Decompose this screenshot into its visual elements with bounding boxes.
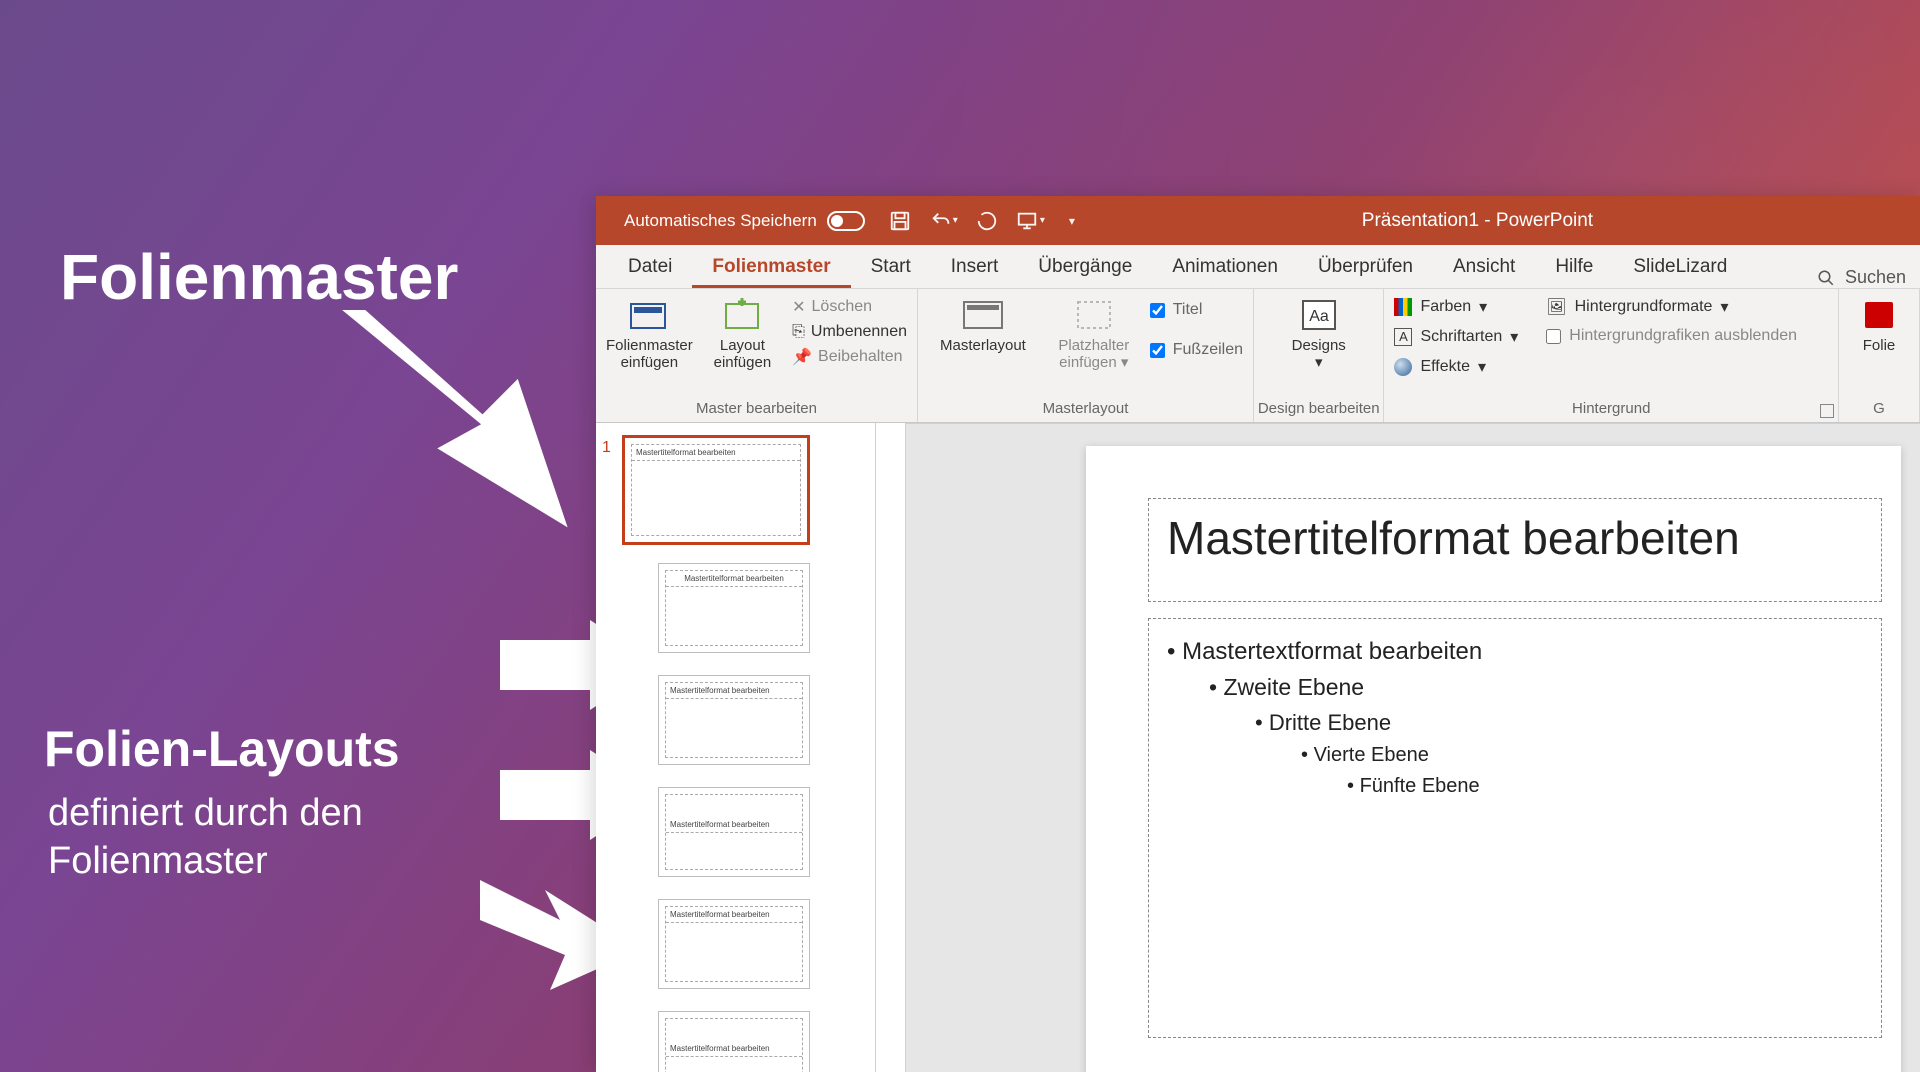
search-label: Suchen [1845,267,1906,288]
tab-folienmaster[interactable]: Folienmaster [692,246,850,288]
body-level-5: Fünfte Ebene [1167,771,1863,802]
svg-text:Aa: Aa [1309,308,1329,325]
toggle-icon [827,211,865,231]
master-slide[interactable]: Mastertitelformat bearbeiten Mastertextf… [1086,446,1901,1072]
chevron-down-icon: ▾ [1720,297,1728,317]
effects-icon [1394,358,1412,376]
close-master-button[interactable]: Folie [1849,295,1909,354]
layout-thumbnail-4[interactable]: Mastertitelformat bearbeiten [658,899,810,989]
autosave-label: Automatisches Speichern [624,211,817,231]
tab-uebergaenge[interactable]: Übergänge [1018,246,1152,288]
tab-animationen[interactable]: Animationen [1152,246,1298,288]
slide-canvas[interactable]: Mastertitelformat bearbeiten Mastertextf… [906,424,1920,1072]
chevron-down-icon: ▾ [1121,354,1129,371]
pin-icon: 📌 [792,347,812,367]
arrow-master-icon [300,310,620,550]
bg-formats-dropdown[interactable]: 🖼Hintergrundformate▾ [1546,297,1797,317]
checkbox-hide-bg[interactable]: Hintergrundgrafiken ausblenden [1546,327,1797,345]
checkbox-footers[interactable]: Fußzeilen [1150,341,1243,359]
body-level-4: Vierte Ebene [1167,740,1863,771]
placeholder-icon [1072,295,1116,335]
fonts-icon: A [1394,328,1412,346]
insert-master-button[interactable]: Folienmaster einfügen [606,295,693,372]
checkbox-title[interactable]: Titel [1150,301,1243,319]
insert-master-icon [627,295,671,335]
document-title: Präsentation1 - PowerPoint [1075,210,1920,232]
group-label-master-edit: Master bearbeiten [596,398,917,422]
tab-datei[interactable]: Datei [608,246,692,288]
rename-icon: ⎘ [792,323,805,341]
autosave-toggle[interactable]: Automatisches Speichern [624,211,871,231]
body-level-2: Zweite Ebene [1167,670,1863,706]
delete-button[interactable]: ✕Löschen [792,297,907,317]
title-bar: Automatisches Speichern ▾ ▾ ▾ Präsentati… [596,196,1920,245]
ribbon-group-master-edit: Folienmaster einfügen Layout einfügen ✕L… [596,289,918,422]
chevron-down-icon: ▾ [1478,357,1486,377]
search-icon [1817,269,1835,287]
redo-icon[interactable] [976,210,998,232]
close-icon [1857,295,1901,335]
ribbon-group-background: Farben▾ ASchriftarten▾ Effekte▾ 🖼Hinterg… [1384,289,1839,422]
tab-ansicht[interactable]: Ansicht [1433,246,1535,288]
layout-thumbnail-3[interactable]: Mastertitelformat bearbeiten [658,787,810,877]
vertical-ruler [876,423,906,1072]
annotation-layouts-sub: definiert durch den Folienmaster [48,790,363,885]
qat-more-icon[interactable]: ▾ [1063,214,1075,228]
group-label-design-edit: Design bearbeiten [1254,398,1383,422]
rename-button[interactable]: ⎘Umbenennen [792,323,907,341]
insert-placeholder-button[interactable]: Platzhalter einfügen ▾ [1046,295,1142,372]
colors-icon [1394,298,1412,316]
bg-formats-icon: 🖼 [1546,297,1566,317]
slide-thumbnails-panel[interactable]: 1 Mastertitelformat bearbeiten Mastertit… [596,423,876,1072]
ribbon-group-master-layout: Masterlayout Platzhalter einfügen ▾ Tite… [918,289,1254,422]
body-level-3: Dritte Ebene [1167,706,1863,740]
insert-layout-icon [720,295,764,335]
ribbon-group-close: Folie G [1839,289,1920,422]
layout-thumbnail-5[interactable]: Mastertitelformat bearbeiten [658,1011,810,1072]
tab-ueberpruefen[interactable]: Überprüfen [1298,246,1433,288]
designs-icon: Aa [1297,295,1341,335]
tab-slidelizard[interactable]: SlideLizard [1613,246,1747,288]
tab-hilfe[interactable]: Hilfe [1535,246,1613,288]
ribbon: Folienmaster einfügen Layout einfügen ✕L… [596,289,1920,423]
delete-icon: ✕ [792,297,805,317]
ribbon-tabs: Datei Folienmaster Start Insert Übergäng… [596,245,1920,289]
search-box[interactable]: Suchen [1817,267,1906,288]
colors-dropdown[interactable]: Farben▾ [1394,297,1518,317]
group-label-close: G [1839,398,1919,422]
effects-dropdown[interactable]: Effekte▾ [1394,357,1518,377]
master-number: 1 [602,439,611,457]
fonts-dropdown[interactable]: ASchriftarten▾ [1394,327,1518,347]
chevron-down-icon: ▾ [1479,297,1487,317]
group-label-background: Hintergrund [1384,398,1838,422]
annotation-layouts-title: Folien-Layouts [44,720,400,778]
ribbon-group-design-edit: Aa Designs▾ Design bearbeiten [1254,289,1384,422]
workspace: 1 Mastertitelformat bearbeiten Mastertit… [596,423,1920,1072]
layout-thumbnail-1[interactable]: Mastertitelformat bearbeiten [658,563,810,653]
masterlayout-icon [961,295,1005,335]
chevron-down-icon: ▾ [1315,354,1323,371]
tab-insert[interactable]: Insert [931,246,1019,288]
preserve-button[interactable]: 📌Beibehalten [792,347,907,367]
layout-thumbnail-2[interactable]: Mastertitelformat bearbeiten [658,675,810,765]
insert-layout-button[interactable]: Layout einfügen [701,295,784,372]
present-icon[interactable]: ▾ [1016,210,1045,232]
tab-start[interactable]: Start [851,246,931,288]
masterlayout-button[interactable]: Masterlayout [928,295,1038,354]
group-label-master-layout: Masterlayout [918,398,1253,422]
annotation-master-title: Folienmaster [60,240,458,314]
designs-button[interactable]: Aa Designs▾ [1272,295,1366,372]
chevron-down-icon: ▾ [1510,327,1518,347]
save-icon[interactable] [889,210,911,232]
undo-icon[interactable]: ▾ [929,210,958,232]
body-level-1: Mastertextformat bearbeiten [1167,633,1863,670]
dialog-launcher-icon[interactable] [1820,404,1834,418]
body-placeholder[interactable]: Mastertextformat bearbeiten Zweite Ebene… [1148,618,1882,1038]
title-placeholder[interactable]: Mastertitelformat bearbeiten [1148,498,1882,602]
master-thumbnail[interactable]: Mastertitelformat bearbeiten [622,435,810,545]
powerpoint-window: Automatisches Speichern ▾ ▾ ▾ Präsentati… [596,196,1920,1072]
